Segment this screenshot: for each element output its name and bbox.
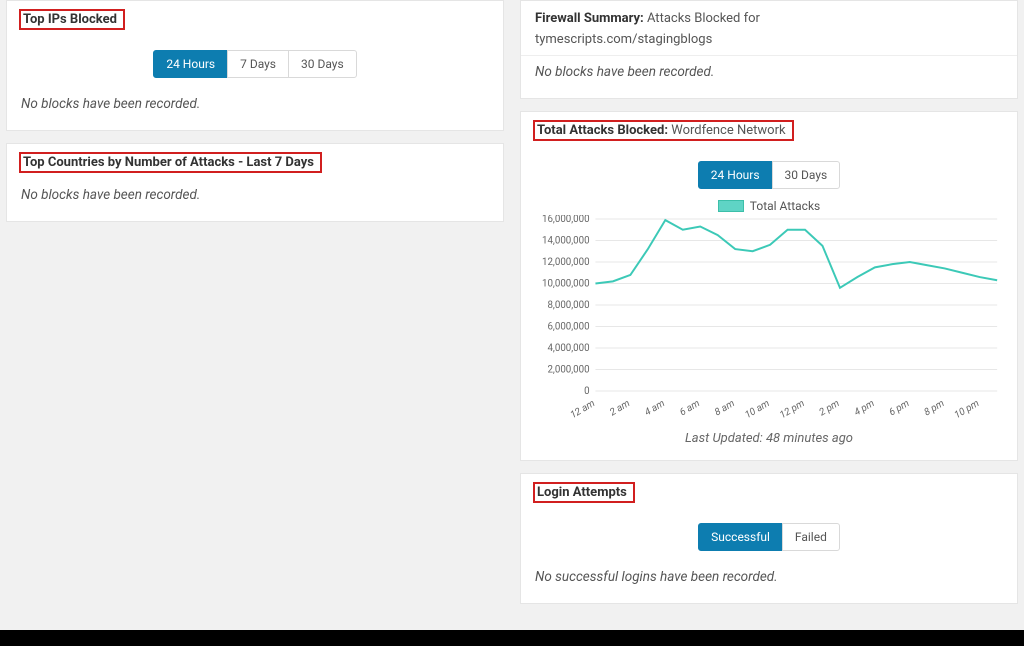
svg-text:6 pm: 6 pm xyxy=(887,398,911,419)
login-tabs: Successful Failed xyxy=(535,523,1003,551)
tab-attacks-30-days[interactable]: 30 Days xyxy=(772,161,841,189)
panel-login-attempts: Login Attempts Successful Failed No succ… xyxy=(520,473,1018,604)
svg-text:6,000,000: 6,000,000 xyxy=(547,321,589,332)
svg-text:8 am: 8 am xyxy=(713,398,737,418)
tab-login-successful[interactable]: Successful xyxy=(698,523,783,551)
svg-text:2,000,000: 2,000,000 xyxy=(547,364,589,375)
svg-text:2 pm: 2 pm xyxy=(818,398,842,419)
svg-text:0: 0 xyxy=(584,386,589,397)
attacks-chart: 0 2,000,000 4,000,000 6,000,000 8,000,000 10,… xyxy=(535,215,1003,425)
legend-swatch-icon xyxy=(718,200,744,212)
panel-firewall-summary: Firewall Summary: Attacks Blocked for ty… xyxy=(520,0,1018,99)
tab-login-failed[interactable]: Failed xyxy=(782,523,840,551)
tab-7-days[interactable]: 7 Days xyxy=(227,50,289,78)
login-title: Login Attempts xyxy=(533,482,635,503)
tab-30-days[interactable]: 30 Days xyxy=(288,50,357,78)
svg-text:16,000,000: 16,000,000 xyxy=(542,215,590,225)
panel-top-ips: Top IPs Blocked 24 Hours 7 Days 30 Days … xyxy=(6,0,504,131)
total-attacks-title-rest: Wordfence Network xyxy=(671,123,785,138)
firewall-summary-title: Firewall Summary: Attacks Blocked for xyxy=(535,11,760,26)
svg-text:8,000,000: 8,000,000 xyxy=(547,300,589,311)
svg-text:4 am: 4 am xyxy=(643,398,667,418)
panel-top-countries: Top Countries by Number of Attacks - Las… xyxy=(6,143,504,222)
panel-title-top-ips: Top IPs Blocked xyxy=(19,9,125,30)
svg-text:10 pm: 10 pm xyxy=(953,398,981,421)
panel-total-attacks: Total Attacks Blocked: Wordfence Network… xyxy=(520,111,1018,461)
svg-text:6 am: 6 am xyxy=(678,398,702,418)
svg-text:2 am: 2 am xyxy=(608,398,632,418)
tab-attacks-24-hours[interactable]: 24 Hours xyxy=(698,161,773,189)
panel-title-top-countries: Top Countries by Number of Attacks - Las… xyxy=(19,152,322,173)
svg-text:4,000,000: 4,000,000 xyxy=(547,343,589,354)
svg-text:14,000,000: 14,000,000 xyxy=(542,235,590,246)
top-ips-empty: No blocks have been recorded. xyxy=(21,88,489,116)
svg-text:12 pm: 12 pm xyxy=(778,398,806,421)
tab-24-hours[interactable]: 24 Hours xyxy=(153,50,228,78)
firewall-empty: No blocks have been recorded. xyxy=(535,56,1003,84)
total-attacks-tabs: 24 Hours 30 Days xyxy=(535,161,1003,189)
bottom-black-bar xyxy=(0,630,1024,646)
firewall-site: tymescripts.com/stagingblogs xyxy=(535,32,1003,47)
total-attacks-title-bold: Total Attacks Blocked: xyxy=(537,123,668,138)
svg-text:12,000,000: 12,000,000 xyxy=(542,257,590,268)
top-countries-empty: No blocks have been recorded. xyxy=(21,179,489,207)
login-empty: No successful logins have been recorded. xyxy=(535,561,1003,589)
svg-text:10,000,000: 10,000,000 xyxy=(542,278,590,289)
svg-text:10 am: 10 am xyxy=(743,398,771,421)
firewall-title-rest: Attacks Blocked for xyxy=(647,11,760,26)
svg-text:12 am: 12 am xyxy=(569,398,597,421)
chart-legend: Total Attacks xyxy=(535,199,1003,213)
total-attacks-title: Total Attacks Blocked: Wordfence Network xyxy=(533,120,794,141)
legend-label: Total Attacks xyxy=(750,199,820,213)
top-ips-tabs: 24 Hours 7 Days 30 Days xyxy=(21,50,489,78)
svg-text:4 pm: 4 pm xyxy=(853,398,877,419)
chart-updated: Last Updated: 48 minutes ago xyxy=(535,431,1003,446)
svg-text:8 pm: 8 pm xyxy=(922,398,946,419)
firewall-title-bold: Firewall Summary: xyxy=(535,11,644,26)
